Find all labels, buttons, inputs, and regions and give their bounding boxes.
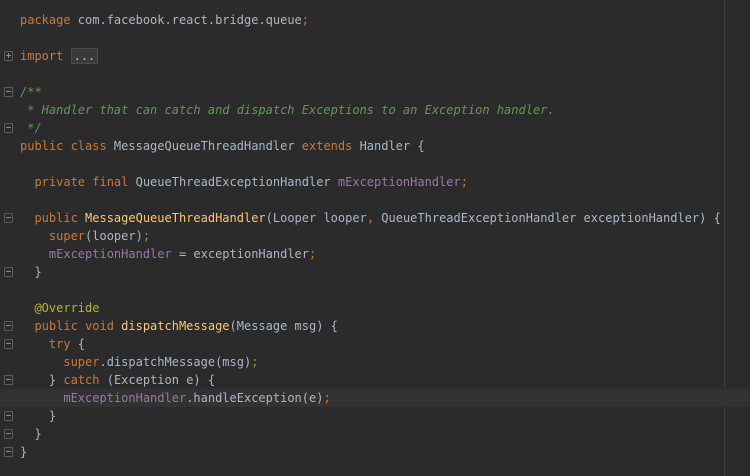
code-token: (Message msg) { [229,319,338,333]
code-token: * Handler that can catch and dispatch Ex… [20,103,555,117]
fold-collapse-icon[interactable] [4,411,13,421]
code-line[interactable] [20,191,750,209]
code-token: */ [20,121,42,135]
code-token: (looper) [85,229,143,243]
code-line[interactable]: package com.facebook.react.bridge.queue; [20,11,750,29]
code-line[interactable] [20,281,750,299]
fold-collapse-icon[interactable] [4,339,13,349]
code-token: ; [251,355,259,369]
code-token: } [20,445,28,459]
code-editor[interactable]: package com.facebook.react.bridge.queue;… [0,0,750,476]
code-line[interactable]: } [4,425,750,443]
code-line[interactable]: } [4,407,750,425]
code-token: , [366,211,382,225]
code-token: } [20,409,57,423]
code-token: ; [323,391,331,405]
code-token: .dispatchMessage(msg) [99,355,252,369]
code-token: mExceptionHandler [48,247,172,261]
code-token: import [20,49,71,63]
code-line[interactable]: super(looper); [20,227,750,245]
fold-collapse-icon[interactable] [4,267,13,277]
code-token: dispatchMessage [121,319,230,333]
code-line[interactable]: try { [4,335,750,353]
code-token: com.facebook.react.bridge.queue [70,13,302,27]
code-line[interactable]: private final QueueThreadExceptionHandle… [20,173,750,191]
code-token: package [20,13,71,27]
fold-collapse-icon[interactable] [4,429,13,439]
fold-collapse-icon[interactable] [4,321,13,331]
code-line[interactable]: super.dispatchMessage(msg); [20,353,750,371]
code-token: (Looper looper [265,211,367,225]
code-token: mExceptionHandler [337,175,461,189]
code-token: } [20,265,42,279]
fold-collapse-icon[interactable] [4,447,13,457]
fold-expand-icon[interactable] [4,51,13,61]
code-token: .handleException(e) [186,391,324,405]
code-line[interactable]: import ... [4,47,750,65]
code-line[interactable] [20,155,750,173]
code-token: /** [20,85,42,99]
code-token: @Override [20,301,100,315]
code-token: } [20,427,42,441]
code-token: public [20,211,86,225]
code-token: catch [63,373,107,387]
code-token: ; [460,175,468,189]
code-token: Handler { [359,139,425,153]
code-token: MessageQueueThreadHandler [85,211,266,225]
code-line[interactable]: * Handler that can catch and dispatch Ex… [20,101,750,119]
code-line[interactable]: public class MessageQueueThreadHandler e… [20,137,750,155]
code-token: QueueThreadExceptionHandler [135,175,338,189]
code-line[interactable]: } catch (Exception e) { [4,371,750,389]
collapsed-imports-placeholder[interactable]: ... [70,48,99,64]
code-line[interactable]: mExceptionHandler = exceptionHandler; [20,245,750,263]
code-token: super [20,229,86,243]
code-token: mExceptionHandler [63,391,187,405]
code-line[interactable]: public void dispatchMessage(Message msg)… [4,317,750,335]
code-token: MessageQueueThreadHandler [113,139,302,153]
code-token: public class [20,139,114,153]
code-token: { [77,337,86,351]
code-token: super [20,355,100,369]
code-token: extends [301,139,360,153]
code-line[interactable]: public MessageQueueThreadHandler(Looper … [4,209,750,227]
code-token: ; [309,247,317,261]
code-token: QueueThreadExceptionHandler exceptionHan… [381,211,721,225]
code-token: = exceptionHandler [171,247,310,261]
code-token: ; [301,13,309,27]
code-line[interactable]: } [4,443,750,461]
code-token: public void [20,319,122,333]
fold-collapse-icon[interactable] [4,375,13,385]
code-line[interactable] [20,65,750,83]
code-line[interactable] [20,29,750,47]
code-token: try [20,337,78,351]
fold-collapse-icon[interactable] [4,123,13,133]
code-line[interactable]: @Override [20,299,750,317]
code-line[interactable]: */ [4,119,750,137]
fold-collapse-icon[interactable] [4,87,13,97]
code-token: private final [20,175,136,189]
code-token: (Exception e) { [106,373,216,387]
fold-collapse-icon[interactable] [4,213,13,223]
code-token: ; [142,229,151,243]
code-area[interactable]: package com.facebook.react.bridge.queue;… [0,11,750,461]
code-line[interactable]: } [4,263,750,281]
code-line-current[interactable]: mExceptionHandler.handleException(e); [0,389,750,407]
code-token: } [20,373,64,387]
code-line[interactable]: /** [4,83,750,101]
